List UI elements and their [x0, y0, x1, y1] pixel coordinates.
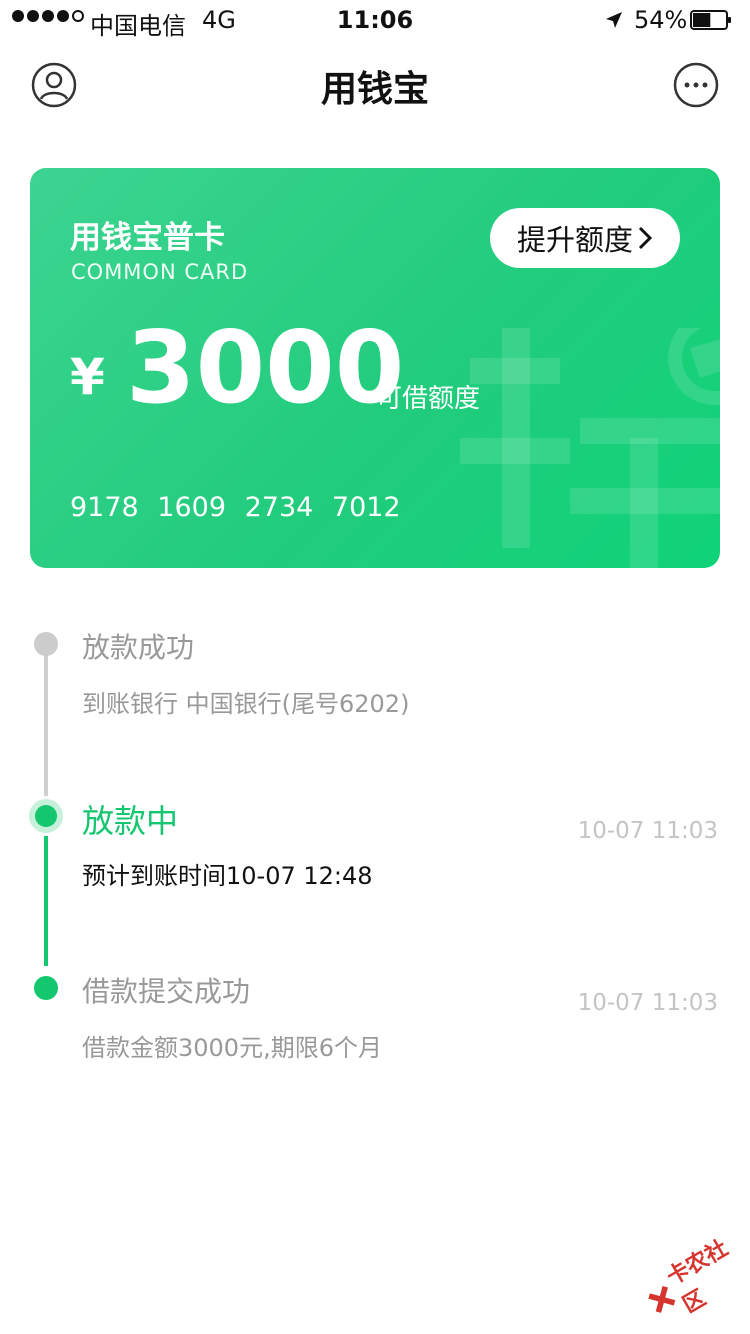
card-subtitle: COMMON CARD [71, 260, 249, 284]
timeline-desc: 到账银行 中国银行(尾号6202) [82, 690, 410, 718]
timeline-desc: 借款金额3000元,期限6个月 [82, 1034, 382, 1062]
credit-amount: 3000 [126, 309, 405, 426]
card-name: 用钱宝普卡 [70, 220, 225, 256]
timeline-time: 10-07 11:03 [577, 990, 718, 1016]
battery-percent: 54% [634, 6, 688, 34]
card-number: 9178 1609 2734 7012 [70, 492, 401, 523]
timeline-dot-pending [34, 632, 58, 656]
timeline-desc: 预计到账时间10-07 12:48 [82, 862, 373, 890]
timeline-dot-active [35, 805, 57, 827]
raise-limit-button[interactable]: 提升额度 [490, 208, 680, 268]
timeline-title: 借款提交成功 [82, 975, 251, 1008]
navigation-bar: 用钱宝 [0, 40, 750, 130]
loan-status-page: 中国电信 4G 11:06 54% 用钱宝 用钱宝普卡 COMMON CARD … [0, 0, 750, 1334]
timeline-time: 10-07 11:03 [577, 818, 718, 844]
timeline-title: 放款成功 [82, 631, 195, 664]
currency-symbol: ¥ [70, 348, 105, 406]
location-arrow-icon [606, 12, 622, 28]
credit-amount-label: 可借额度 [376, 384, 481, 414]
raise-limit-label: 提升额度 [516, 223, 633, 257]
site-watermark: 卡农社区 [631, 1216, 750, 1334]
credit-card: 用钱宝普卡 COMMON CARD 提升额度 ¥ 3000 可借额度 9178 … [30, 168, 720, 568]
timeline-connector [44, 644, 48, 796]
chevron-right-icon [638, 226, 653, 250]
status-bar: 中国电信 4G 11:06 54% [0, 0, 750, 40]
money-watermark-icon [460, 328, 720, 568]
page-title: 用钱宝 [320, 69, 429, 110]
loan-progress-timeline: 放款成功 到账银行 中国银行(尾号6202) 放款中 10-07 11:03 预… [0, 600, 750, 1100]
more-icon[interactable] [673, 62, 719, 108]
battery-icon [690, 10, 731, 30]
timeline-dot-done [34, 976, 58, 1000]
timeline-connector [44, 836, 48, 966]
timeline-title: 放款中 [82, 802, 179, 840]
